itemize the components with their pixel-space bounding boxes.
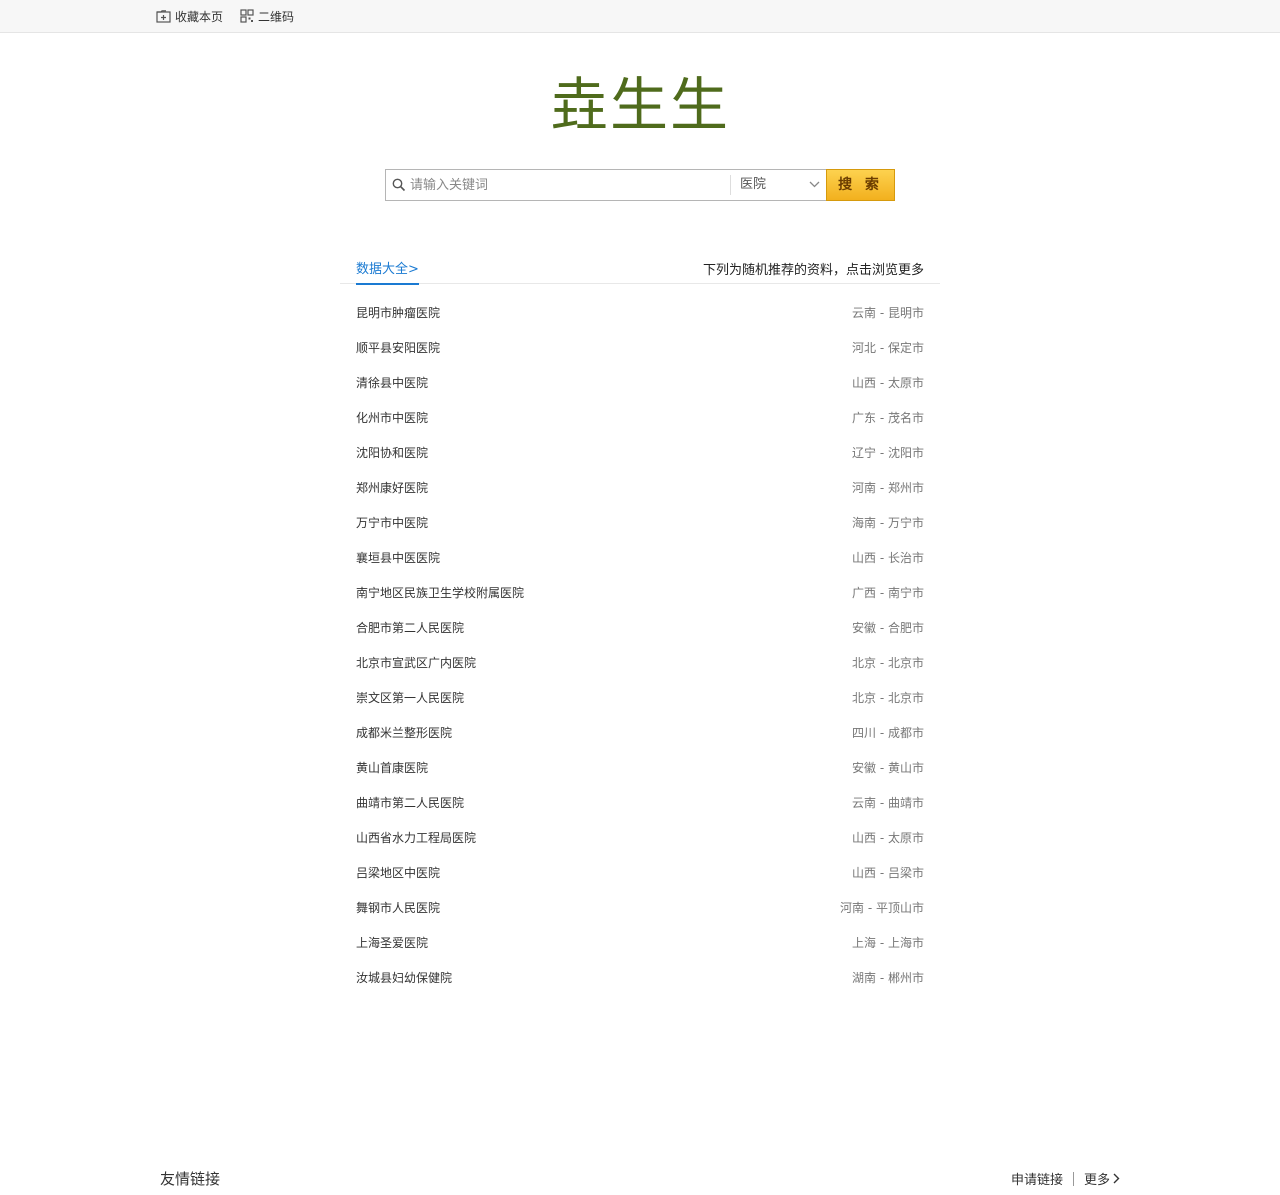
item-name[interactable]: 万宁市中医院	[356, 514, 428, 531]
qrcode-link[interactable]: 二维码	[240, 7, 294, 25]
item-name[interactable]: 山西省水力工程局医院	[356, 829, 476, 846]
list-item[interactable]: 昆明市肿瘤医院 云南 - 昆明市	[356, 295, 924, 330]
footer: 友情链接 申请链接 更多	[160, 1164, 1120, 1192]
item-name[interactable]: 成都米兰整形医院	[356, 724, 452, 741]
item-name[interactable]: 清徐县中医院	[356, 374, 428, 391]
item-name[interactable]: 黄山首康医院	[356, 759, 428, 776]
item-name[interactable]: 襄垣县中医医院	[356, 549, 440, 566]
item-region: 北京 - 北京市	[852, 691, 924, 705]
list-item[interactable]: 北京市宣武区广内医院 北京 - 北京市	[356, 645, 924, 680]
item-region: 广东 - 茂名市	[852, 411, 924, 425]
chevron-down-icon	[809, 181, 820, 188]
list-item[interactable]: 合肥市第二人民医院 安徽 - 合肥市	[356, 610, 924, 645]
item-name[interactable]: 曲靖市第二人民医院	[356, 794, 464, 811]
hospital-list: 昆明市肿瘤医院 云南 - 昆明市 顺平县安阳医院 河北 - 保定市 清徐县中医院 山西 -…	[356, 295, 924, 995]
qrcode-label: 二维码	[258, 9, 295, 24]
item-region: 河南 - 平顶山市	[840, 901, 924, 915]
search-box: 医院	[385, 169, 827, 201]
section-header: 数据大全> 下列为随机推荐的资料，点击浏览更多	[340, 252, 940, 285]
browse-more-note[interactable]: 下列为随机推荐的资料，点击浏览更多	[703, 259, 924, 278]
item-region: 山西 - 长治市	[852, 551, 924, 565]
item-region: 海南 - 万宁市	[852, 516, 924, 530]
item-region: 山西 - 吕梁市	[852, 866, 924, 880]
footer-links: 申请链接 更多	[1011, 1169, 1120, 1188]
list-item[interactable]: 沈阳协和医院 辽宁 - 沈阳市	[356, 435, 924, 470]
item-region: 湖南 - 郴州市	[852, 971, 924, 985]
item-name[interactable]: 吕梁地区中医院	[356, 864, 440, 881]
list-item[interactable]: 郑州康好医院 河南 - 郑州市	[356, 470, 924, 505]
bookmark-icon	[156, 9, 171, 23]
list-item[interactable]: 舞钢市人民医院 河南 - 平顶山市	[356, 890, 924, 925]
list-item[interactable]: 清徐县中医院 山西 - 太原市	[356, 365, 924, 400]
top-bar: 收藏本页 二维码	[0, 0, 1280, 33]
item-region: 山西 - 太原市	[852, 376, 924, 390]
list-item[interactable]: 崇文区第一人民医院 北京 - 北京市	[356, 680, 924, 715]
list-item[interactable]: 万宁市中医院 海南 - 万宁市	[356, 505, 924, 540]
item-name[interactable]: 昆明市肿瘤医院	[356, 304, 440, 321]
item-name[interactable]: 化州市中医院	[356, 409, 428, 426]
list-item[interactable]: 顺平县安阳医院 河北 - 保定市	[356, 330, 924, 365]
search-input[interactable]	[410, 171, 728, 199]
item-name[interactable]: 顺平县安阳医院	[356, 339, 440, 356]
list-item[interactable]: 吕梁地区中医院 山西 - 吕梁市	[356, 855, 924, 890]
apply-link[interactable]: 申请链接	[1011, 1169, 1063, 1188]
item-region: 安徽 - 黄山市	[852, 761, 924, 775]
more-link[interactable]: 更多	[1084, 1169, 1120, 1188]
item-region: 云南 - 曲靖市	[852, 796, 924, 810]
list-item[interactable]: 化州市中医院 广东 - 茂名市	[356, 400, 924, 435]
category-select[interactable]: 医院	[740, 170, 826, 200]
item-name[interactable]: 汝城县妇幼保健院	[356, 969, 452, 986]
search-button[interactable]: 搜 索	[826, 169, 895, 201]
item-region: 北京 - 北京市	[852, 656, 924, 670]
item-region: 广西 - 南宁市	[852, 586, 924, 600]
item-name[interactable]: 北京市宣武区广内医院	[356, 654, 476, 671]
site-logo: 垚生生	[549, 71, 730, 139]
qrcode-icon	[240, 9, 254, 23]
list-item[interactable]: 汝城县妇幼保健院 湖南 - 郴州市	[356, 960, 924, 995]
item-name[interactable]: 沈阳协和医院	[356, 444, 428, 461]
item-name[interactable]: 郑州康好医院	[356, 479, 428, 496]
chevron-right-icon	[1113, 1173, 1120, 1184]
item-region: 河南 - 郑州市	[852, 481, 924, 495]
list-item[interactable]: 成都米兰整形医院 四川 - 成都市	[356, 715, 924, 750]
bookmark-page-link[interactable]: 收藏本页	[156, 7, 223, 25]
list-item[interactable]: 曲靖市第二人民医院 云南 - 曲靖市	[356, 785, 924, 820]
list-item[interactable]: 南宁地区民族卫生学校附属医院 广西 - 南宁市	[356, 575, 924, 610]
search-icon	[392, 178, 406, 192]
item-name[interactable]: 上海圣爱医院	[356, 934, 428, 951]
item-name[interactable]: 舞钢市人民医院	[356, 899, 440, 916]
item-region: 四川 - 成都市	[852, 726, 924, 740]
item-name[interactable]: 崇文区第一人民医院	[356, 689, 464, 706]
link-divider	[1072, 1171, 1074, 1186]
item-region: 辽宁 - 沈阳市	[852, 446, 924, 460]
item-region: 云南 - 昆明市	[852, 306, 924, 320]
more-link-label: 更多	[1083, 1173, 1110, 1188]
tab-data-all[interactable]: 数据大全>	[356, 258, 419, 285]
item-name[interactable]: 南宁地区民族卫生学校附属医院	[356, 584, 524, 601]
list-item[interactable]: 襄垣县中医医院 山西 - 长治市	[356, 540, 924, 575]
item-region: 上海 - 上海市	[852, 936, 924, 950]
select-divider	[730, 175, 731, 195]
item-region: 河北 - 保定市	[852, 341, 924, 355]
item-region: 安徽 - 合肥市	[852, 621, 924, 635]
friend-links-title: 友情链接	[160, 1170, 221, 1188]
category-select-value: 医院	[740, 177, 767, 192]
list-item[interactable]: 上海圣爱医院 上海 - 上海市	[356, 925, 924, 960]
list-item[interactable]: 山西省水力工程局医院 山西 - 太原市	[356, 820, 924, 855]
list-item[interactable]: 黄山首康医院 安徽 - 黄山市	[356, 750, 924, 785]
bookmark-page-label: 收藏本页	[175, 9, 224, 24]
item-region: 山西 - 太原市	[852, 831, 924, 845]
item-name[interactable]: 合肥市第二人民医院	[356, 619, 464, 636]
